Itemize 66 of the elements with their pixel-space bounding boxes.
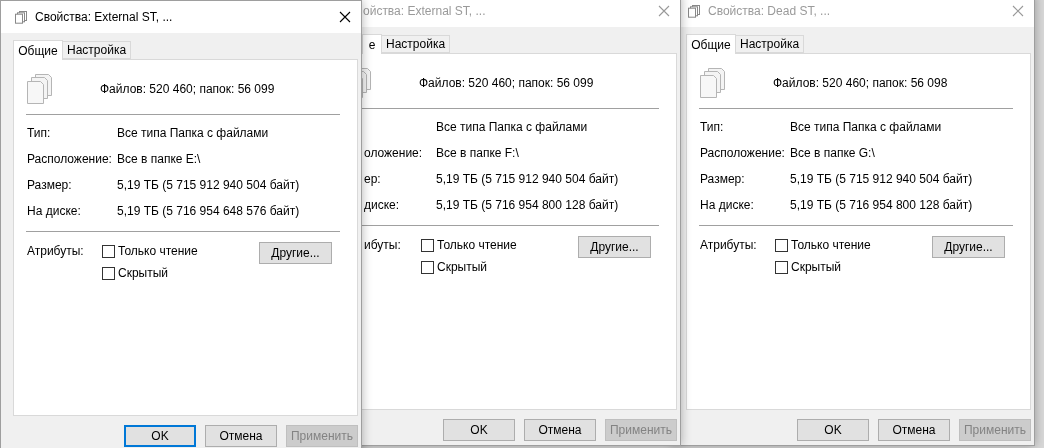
tab[interactable]: Настройка	[62, 41, 132, 59]
tab[interactable]: Общие	[686, 34, 736, 54]
close-icon	[339, 11, 351, 23]
property-value: Все типа Папка с файлами	[436, 119, 589, 136]
summary-text: Файлов: 520 460; папок: 56 099	[100, 81, 275, 98]
checkbox[interactable]	[775, 238, 788, 252]
documents-icon	[688, 4, 701, 18]
checkbox-label: Скрытый	[118, 265, 169, 282]
dialog-button[interactable]: Отмена	[878, 419, 950, 441]
property-value: Все типа Папка с файлами	[790, 119, 943, 136]
window-title: Свойства: External ST, ...	[35, 9, 173, 26]
checkbox[interactable]	[102, 244, 115, 258]
tab[interactable]: е	[362, 34, 382, 54]
property-value: 5,19 ТБ (5 716 954 648 576 байт)	[117, 203, 301, 220]
property-label: диске:	[364, 198, 400, 212]
checkbox[interactable]	[775, 260, 788, 274]
property-label: Размер:	[700, 172, 745, 186]
property-value: 5,19 ТБ (5 715 912 940 504 байт)	[790, 171, 974, 188]
window-title: Свойства: Dead ST, ...	[708, 3, 831, 20]
checkbox[interactable]	[421, 260, 434, 274]
other-attributes-button[interactable]: Другие...	[259, 242, 332, 264]
property-label: Расположение:	[27, 152, 112, 166]
tab[interactable]: Настройка	[381, 35, 451, 53]
attributes-label: Атрибуты:	[700, 237, 757, 254]
property-value: Все типа Папка с файлами	[117, 125, 270, 142]
property-value: 5,19 ТБ (5 715 912 940 504 байт)	[436, 171, 620, 188]
documents-icon	[700, 68, 725, 98]
attributes-label: Атрибуты:	[27, 243, 84, 260]
property-label: Тип:	[700, 120, 724, 134]
dialog-button[interactable]: Отмена	[524, 419, 596, 441]
documents-icon	[15, 10, 28, 24]
summary-text: Файлов: 520 460; папок: 56 099	[419, 75, 594, 92]
other-attributes-button[interactable]: Другие...	[932, 236, 1005, 258]
property-value: Все в папке E:\	[117, 151, 202, 168]
checkbox-label: Скрытый	[437, 259, 488, 276]
property-value: Все в папке F:\	[436, 145, 520, 162]
dialog-button[interactable]: Отмена	[205, 425, 277, 447]
dialog-button[interactable]: OK	[797, 419, 869, 441]
property-value: Все в папке G:\	[790, 145, 876, 162]
tab[interactable]: Общие	[13, 40, 63, 60]
property-label: На диске:	[700, 198, 754, 212]
checkbox-label: Только чтение	[437, 237, 517, 254]
tab[interactable]: Настройка	[735, 35, 805, 53]
checkbox-label: Только чтение	[118, 243, 198, 260]
property-label: ер:	[364, 172, 381, 186]
attributes-label: ибуты:	[364, 237, 401, 254]
property-value: 5,19 ТБ (5 716 954 800 128 байт)	[790, 197, 974, 214]
other-attributes-button[interactable]: Другие...	[578, 236, 651, 258]
property-value: 5,19 ТБ (5 715 912 940 504 байт)	[117, 177, 301, 194]
window-title: ойства: External ST, ...	[363, 3, 486, 20]
property-value: 5,19 ТБ (5 716 954 800 128 байт)	[436, 197, 620, 214]
property-label: Тип:	[27, 126, 51, 140]
property-label: Расположение:	[700, 146, 785, 160]
dialog-button[interactable]: OK	[443, 419, 515, 441]
documents-icon	[27, 74, 52, 104]
property-label: Размер:	[27, 178, 72, 192]
property-label: оложение:	[364, 146, 423, 160]
dialog-button[interactable]: OK	[124, 425, 196, 447]
property-label: На диске:	[27, 204, 81, 218]
summary-text: Файлов: 520 460; папок: 56 098	[773, 75, 948, 92]
close-icon	[1012, 5, 1024, 17]
checkbox[interactable]	[102, 266, 115, 280]
close-icon	[658, 5, 670, 17]
checkbox-label: Скрытый	[791, 259, 842, 276]
checkbox[interactable]	[421, 238, 434, 252]
checkbox-label: Только чтение	[791, 237, 871, 254]
